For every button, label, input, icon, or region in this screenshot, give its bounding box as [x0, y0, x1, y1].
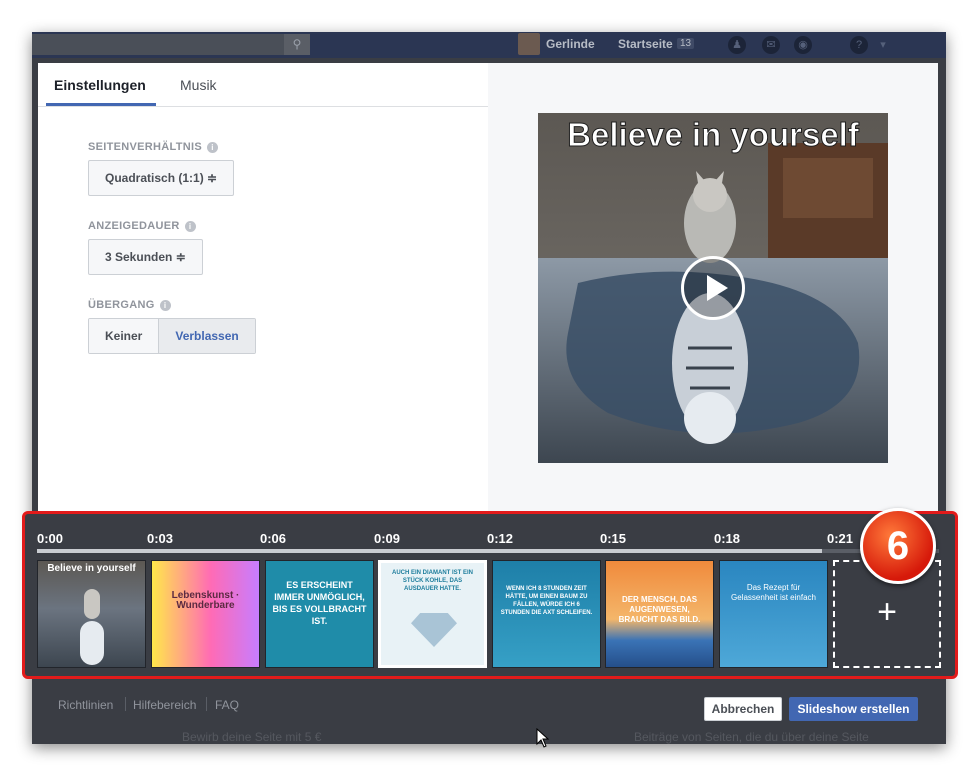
slide-thumbnail-2[interactable]: Lebenskunst · Wunderbare — [151, 560, 260, 668]
chevron-down-icon[interactable]: ▾ — [874, 36, 892, 54]
mouse-cursor-icon — [536, 728, 550, 748]
slideshow-dialog: Einstellungen Musik SEITENVERHÄLTNIS i Qu… — [38, 63, 938, 515]
notifications-icon[interactable]: ◉ — [794, 36, 812, 54]
transition-option-none[interactable]: Keiner — [89, 319, 159, 353]
info-icon[interactable]: i — [159, 299, 171, 311]
transition-toggle: Keiner Verblassen — [88, 318, 256, 354]
timeline-tick: 0:15 — [600, 531, 627, 546]
preview-pane: Believe in yourself — [488, 63, 938, 515]
slide-thumbnail-4[interactable]: AUCH EIN DIAMANT IST EIN STÜCK KOHLE, DA… — [378, 560, 487, 668]
facebook-topbar: ⚲ Gerlinde Startseite 13 ♟ ✉ ◉ ? ▾ — [32, 32, 946, 58]
tab-bar: Einstellungen Musik — [38, 63, 488, 107]
search-input[interactable] — [32, 34, 310, 55]
step-number-badge: 6 — [860, 508, 936, 584]
tab-music[interactable]: Musik — [180, 77, 217, 93]
background-snippet-left: Bewirb deine Seite mit 5 € — [182, 730, 322, 744]
dialog-footer: Richtlinien Hilfebereich FAQ Abbrechen S… — [38, 682, 938, 726]
create-slideshow-button[interactable]: Slideshow erstellen — [789, 697, 918, 721]
slide-thumbnail-1[interactable]: Believe in yourself — [37, 560, 146, 668]
messages-icon[interactable]: ✉ — [762, 36, 780, 54]
info-icon[interactable]: i — [207, 141, 218, 153]
profile-name[interactable]: Gerlinde — [546, 37, 595, 51]
transition-option-fade[interactable]: Verblassen — [158, 319, 255, 353]
active-tab-indicator — [46, 103, 156, 106]
timeline-tick: 0:21 — [827, 531, 854, 546]
diamond-icon — [411, 613, 457, 647]
slide-thumbnail-7[interactable]: Das Rezept für Gelassenheit ist einfach — [719, 560, 828, 668]
cancel-button[interactable]: Abbrechen — [704, 697, 782, 721]
help-center-link[interactable]: Hilfebereich — [133, 698, 196, 712]
slideshow-preview[interactable]: Believe in yourself — [538, 113, 888, 463]
duration-select[interactable]: 3 Sekunden ≑ — [88, 239, 203, 275]
slide-thumbnail-6[interactable]: DER MENSCH, DAS AUGENWESEN, BRAUCHT DAS … — [605, 560, 714, 668]
play-icon[interactable] — [681, 256, 745, 320]
tab-settings[interactable]: Einstellungen — [54, 77, 146, 93]
timeline-tick: 0:18 — [714, 531, 741, 546]
aspect-ratio-label: SEITENVERHÄLTNIS i — [88, 141, 218, 153]
home-link[interactable]: Startseite — [618, 37, 673, 51]
background-feed-row: Bewirb deine Seite mit 5 € Beiträge von … — [82, 730, 942, 744]
avatar[interactable] — [518, 33, 540, 55]
preview-title: Believe in yourself — [567, 116, 860, 153]
aspect-ratio-select[interactable]: Quadratisch (1:1) ≑ — [88, 160, 235, 196]
slide-thumbnail-5[interactable]: WENN ICH 8 STUNDEN ZEIT HÄTTE, UM EINEN … — [492, 560, 601, 668]
timeline-panel: 0:00 0:03 0:06 0:09 0:12 0:15 0:18 0:21 … — [22, 508, 958, 679]
home-count-badge: 13 — [677, 38, 695, 49]
background-snippet-right: Beiträge von Seiten, die du über deine S… — [634, 730, 869, 744]
timeline-tick: 0:09 — [374, 531, 401, 546]
help-icon[interactable]: ? — [850, 36, 868, 54]
timeline-tick: 0:00 — [37, 531, 64, 546]
transition-label: ÜBERGANG i — [88, 299, 171, 311]
duration-label: ANZEIGEDAUER i — [88, 220, 196, 232]
slide-thumbnail-3[interactable]: ES ERSCHEINT IMMER UNMÖGLICH, BIS ES VOL… — [265, 560, 374, 668]
footer-divider — [206, 697, 207, 711]
timeline-progress-bar[interactable] — [37, 549, 822, 553]
footer-divider — [125, 697, 126, 711]
search-icon[interactable]: ⚲ — [284, 34, 310, 55]
friend-requests-icon[interactable]: ♟ — [728, 36, 746, 54]
timeline-tick: 0:12 — [487, 531, 514, 546]
policies-link[interactable]: Richtlinien — [58, 698, 113, 712]
timeline-tick: 0:06 — [260, 531, 287, 546]
faq-link[interactable]: FAQ — [215, 698, 239, 712]
timeline-tick: 0:03 — [147, 531, 174, 546]
settings-pane: Einstellungen Musik SEITENVERHÄLTNIS i Qu… — [38, 63, 488, 515]
info-icon[interactable]: i — [184, 220, 196, 232]
